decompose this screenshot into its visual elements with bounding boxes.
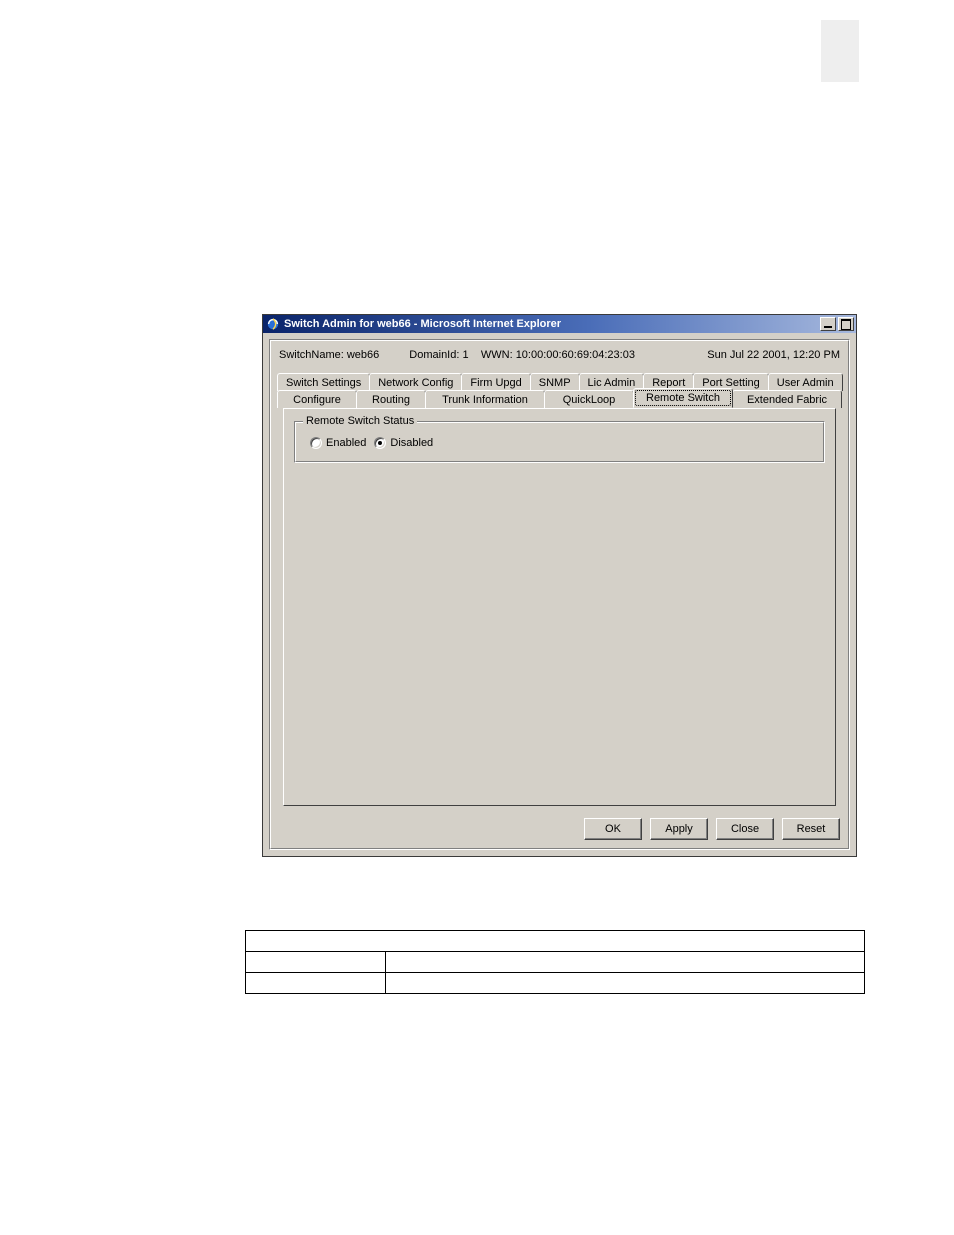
table-head <box>246 931 865 952</box>
tab-user-admin[interactable]: User Admin <box>768 373 843 391</box>
tab-snmp[interactable]: SNMP <box>530 373 580 391</box>
ok-button[interactable]: OK <box>584 818 642 840</box>
switchname-label: SwitchName: <box>279 349 344 361</box>
tab-panel-remote-switch: Remote Switch Status Enabled <box>283 408 836 806</box>
group-legend: Remote Switch Status <box>303 415 417 427</box>
description-table <box>245 930 865 994</box>
page-side-box <box>821 20 859 82</box>
apply-button[interactable]: Apply <box>650 818 708 840</box>
radio-enabled-label: Enabled <box>326 437 366 449</box>
radio-icon <box>310 437 322 449</box>
domainid-label: DomainId: <box>409 349 459 361</box>
window-title: Switch Admin for web66 - Microsoft Inter… <box>284 318 820 330</box>
radio-icon <box>374 437 386 449</box>
window-minimize-button[interactable] <box>820 317 836 331</box>
reset-button[interactable]: Reset <box>782 818 840 840</box>
tab-configure[interactable]: Configure <box>277 390 357 408</box>
table-cell <box>386 952 865 973</box>
wwn-value: 10:00:00:60:69:04:23:03 <box>516 349 635 361</box>
tab-strip: Switch Settings Network Config Firm Upgd… <box>271 373 848 806</box>
button-bar: OK Apply Close Reset <box>271 812 848 848</box>
radio-disabled[interactable]: Disabled <box>374 437 433 449</box>
radio-enabled[interactable]: Enabled <box>310 437 366 449</box>
table-row <box>246 952 865 973</box>
ie-icon <box>266 317 280 331</box>
info-bar: SwitchName: web66 DomainId: 1 WWN: 10:00… <box>271 341 848 371</box>
domainid-value: 1 <box>462 349 468 361</box>
table-cell <box>246 952 386 973</box>
remote-switch-status-group: Remote Switch Status Enabled <box>294 421 825 463</box>
tab-trunk-information[interactable]: Trunk Information <box>425 390 545 408</box>
tab-network-config[interactable]: Network Config <box>369 373 462 391</box>
tab-firm-upgd[interactable]: Firm Upgd <box>461 373 530 391</box>
wwn-label: WWN: <box>481 349 513 361</box>
tab-quickloop[interactable]: QuickLoop <box>544 390 634 408</box>
radio-disabled-label: Disabled <box>390 437 433 449</box>
window-maximize-button[interactable] <box>838 317 854 331</box>
table-cell <box>246 973 386 994</box>
table-cell <box>386 973 865 994</box>
tab-extended-fabric[interactable]: Extended Fabric <box>732 390 842 408</box>
close-button[interactable]: Close <box>716 818 774 840</box>
table-row <box>246 973 865 994</box>
tab-remote-switch[interactable]: Remote Switch <box>633 388 733 408</box>
switchname-value: web66 <box>347 349 379 361</box>
window-titlebar[interactable]: Switch Admin for web66 - Microsoft Inter… <box>263 315 856 333</box>
ie-window: Switch Admin for web66 - Microsoft Inter… <box>262 314 857 857</box>
tab-routing[interactable]: Routing <box>356 390 426 408</box>
tab-switch-settings[interactable]: Switch Settings <box>277 373 370 391</box>
timestamp: Sun Jul 22 2001, 12:20 PM <box>707 349 840 361</box>
